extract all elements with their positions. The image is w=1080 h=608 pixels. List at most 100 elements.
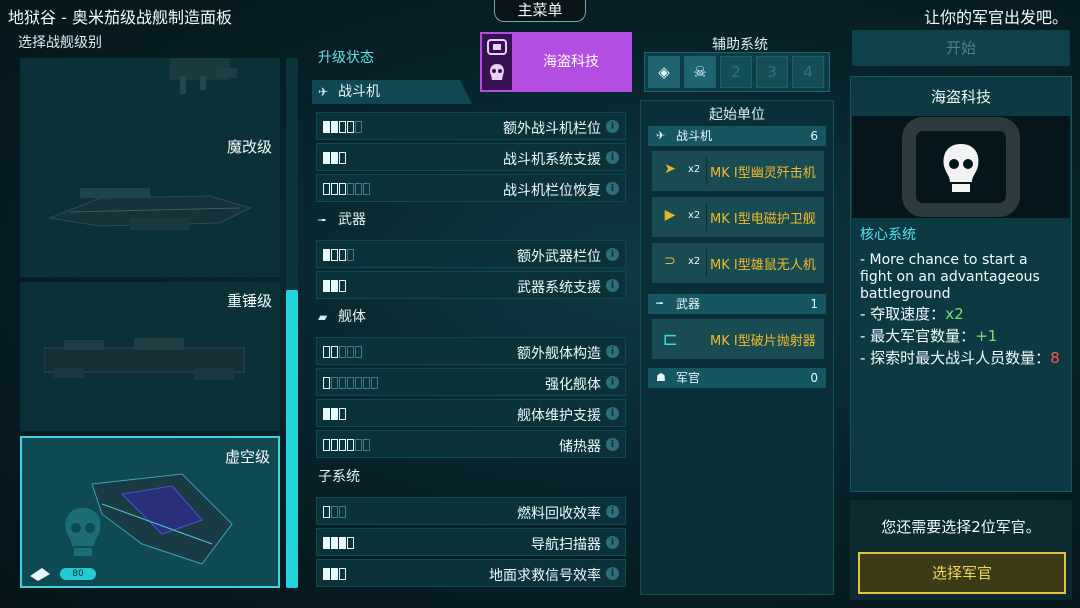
- upgrade-pip: [339, 121, 346, 133]
- aux-slot-4[interactable]: 4: [792, 56, 824, 88]
- upgrade-pip: [331, 346, 338, 358]
- upgrade-pips: [323, 506, 346, 518]
- group-count: 6: [810, 129, 818, 143]
- start-button[interactable]: 开始: [852, 30, 1070, 66]
- aux-slot-2[interactable]: 2: [720, 56, 752, 88]
- upgrade-pip: [323, 152, 330, 164]
- upgrade-row[interactable]: 战斗机栏位恢复 i: [316, 174, 626, 202]
- unit-card[interactable]: ➤ x2 MK I型幽灵歼击机: [652, 151, 824, 191]
- info-icon[interactable]: i: [606, 279, 619, 292]
- faction-icon-strip: [482, 34, 512, 90]
- ship-class-panel: 选择战舰级别 魔改级 重锤级 虚空级 80: [12, 30, 302, 595]
- upgrade-pips: [323, 537, 354, 549]
- ship-card-void[interactable]: 虚空级 80: [20, 436, 280, 588]
- info-icon[interactable]: i: [606, 407, 619, 420]
- ship-cost-badge: 80: [60, 568, 96, 580]
- fighter-icon: ✈: [318, 85, 329, 99]
- section-title: 子系统: [318, 469, 360, 485]
- upgrade-label: 战斗机栏位恢复: [503, 183, 601, 199]
- officer-prompt: 让你的军官出发吧。: [923, 8, 1068, 27]
- fighter-icon: ✈: [656, 129, 666, 142]
- upgrade-pip: [331, 408, 338, 420]
- info-icon[interactable]: i: [606, 438, 619, 451]
- ship-hull-art: [170, 58, 237, 94]
- ship-hull-art: [44, 338, 245, 380]
- units-group-weapons: ╼ 武器 1: [648, 294, 826, 314]
- upgrade-pip: [331, 506, 338, 518]
- upgrade-row[interactable]: 舰体维护支援 i: [316, 399, 626, 427]
- units-group-fighters: ✈ 战斗机 6: [648, 126, 826, 146]
- upgrade-pip: [331, 439, 338, 451]
- upgrade-pip: [355, 121, 362, 133]
- weapon-icon: ╼: [318, 213, 326, 227]
- upgrade-row[interactable]: 额外舰体构造 i: [316, 337, 626, 365]
- upgrade-pip: [339, 506, 346, 518]
- upgrade-label: 额外舰体构造: [517, 346, 601, 362]
- weapon-icon: ╼: [656, 297, 663, 310]
- section-weapons: ╼ 武器: [312, 208, 632, 232]
- upgrade-pip: [331, 183, 338, 195]
- upgrade-pip: [347, 377, 354, 389]
- upgrade-label: 武器系统支援: [517, 280, 601, 296]
- upgrade-pip: [323, 280, 330, 292]
- ship-list-scroll-thumb[interactable]: [286, 290, 298, 588]
- aux-slot-layers[interactable]: ◈: [648, 56, 680, 88]
- layers-icon: ◈: [658, 63, 670, 81]
- info-icon[interactable]: i: [606, 182, 619, 195]
- upgrade-pips: [323, 377, 378, 389]
- info-icon[interactable]: i: [606, 505, 619, 518]
- upgrade-pip: [323, 408, 330, 420]
- upgrade-row[interactable]: 导航扫描器 i: [316, 528, 626, 556]
- info-icon[interactable]: i: [606, 345, 619, 358]
- group-count: 0: [810, 371, 818, 385]
- info-icon[interactable]: i: [606, 376, 619, 389]
- aux-slot-3[interactable]: 3: [756, 56, 788, 88]
- upgrade-row[interactable]: 武器系统支援 i: [316, 271, 626, 299]
- ship-label: 魔改级: [226, 138, 272, 156]
- info-icon[interactable]: i: [606, 536, 619, 549]
- upgrade-pip: [347, 183, 354, 195]
- upgrade-pip: [355, 183, 362, 195]
- upgrade-row[interactable]: 战斗机系统支援 i: [316, 143, 626, 171]
- unit-card[interactable]: ▶ x2 MK I型电磁护卫舰: [652, 197, 824, 237]
- hull-icon: ▰: [318, 310, 328, 324]
- unit-multiplier: x2: [688, 164, 701, 175]
- upgrade-row[interactable]: 地面求救信号效率 i: [316, 559, 626, 587]
- info-icon[interactable]: i: [606, 151, 619, 164]
- unit-card[interactable]: ⊏ MK I型破片抛射器: [652, 319, 824, 359]
- main-menu-button[interactable]: 主菜单: [494, 0, 586, 22]
- aux-slot-skull[interactable]: ☠: [684, 56, 716, 88]
- upgrade-row[interactable]: 强化舰体 i: [316, 368, 626, 396]
- unit-name: MK I型电磁护卫舰: [710, 212, 816, 227]
- upgrade-pip: [339, 280, 346, 292]
- upgrade-row[interactable]: 储热器 i: [316, 430, 626, 458]
- core-systems-label: 核心系统: [860, 227, 916, 243]
- upgrade-pip: [355, 439, 362, 451]
- ghost-fighter-icon: ➤: [664, 161, 676, 177]
- upgrade-row[interactable]: 额外武器栏位 i: [316, 240, 626, 268]
- upgrade-pip: [331, 280, 338, 292]
- select-officer-button[interactable]: 选择军官: [858, 552, 1066, 594]
- upgrade-pip: [355, 377, 362, 389]
- upgrade-pip: [363, 439, 370, 451]
- upgrade-row[interactable]: 额外战斗机栏位 i: [316, 112, 626, 140]
- pirate-skull-emblem-icon: [902, 117, 1020, 217]
- info-icon[interactable]: i: [606, 120, 619, 133]
- unit-card[interactable]: ⊃ x2 MK I型雄鼠无人机: [652, 243, 824, 283]
- info-icon[interactable]: i: [606, 567, 619, 580]
- upgrade-pip: [339, 152, 346, 164]
- section-title: 舰体: [338, 309, 366, 325]
- upgrade-label: 额外武器栏位: [517, 249, 601, 265]
- upgrade-label: 地面求救信号效率: [489, 568, 601, 584]
- upgrade-pip: [323, 537, 330, 549]
- upgrade-pips: [323, 121, 362, 133]
- unit-name: MK I型幽灵歼击机: [710, 166, 816, 181]
- info-icon[interactable]: i: [606, 248, 619, 261]
- upgrade-pips: [323, 568, 346, 580]
- ship-card-hammer[interactable]: 重锤级: [20, 282, 280, 432]
- ship-card-modded[interactable]: 魔改级: [20, 128, 280, 278]
- upgrade-pip: [339, 377, 346, 389]
- upgrade-row[interactable]: 燃料回收效率 i: [316, 497, 626, 525]
- upgrade-pip: [339, 249, 346, 261]
- officer-requirement-text: 您还需要选择2位军官。: [881, 518, 1041, 536]
